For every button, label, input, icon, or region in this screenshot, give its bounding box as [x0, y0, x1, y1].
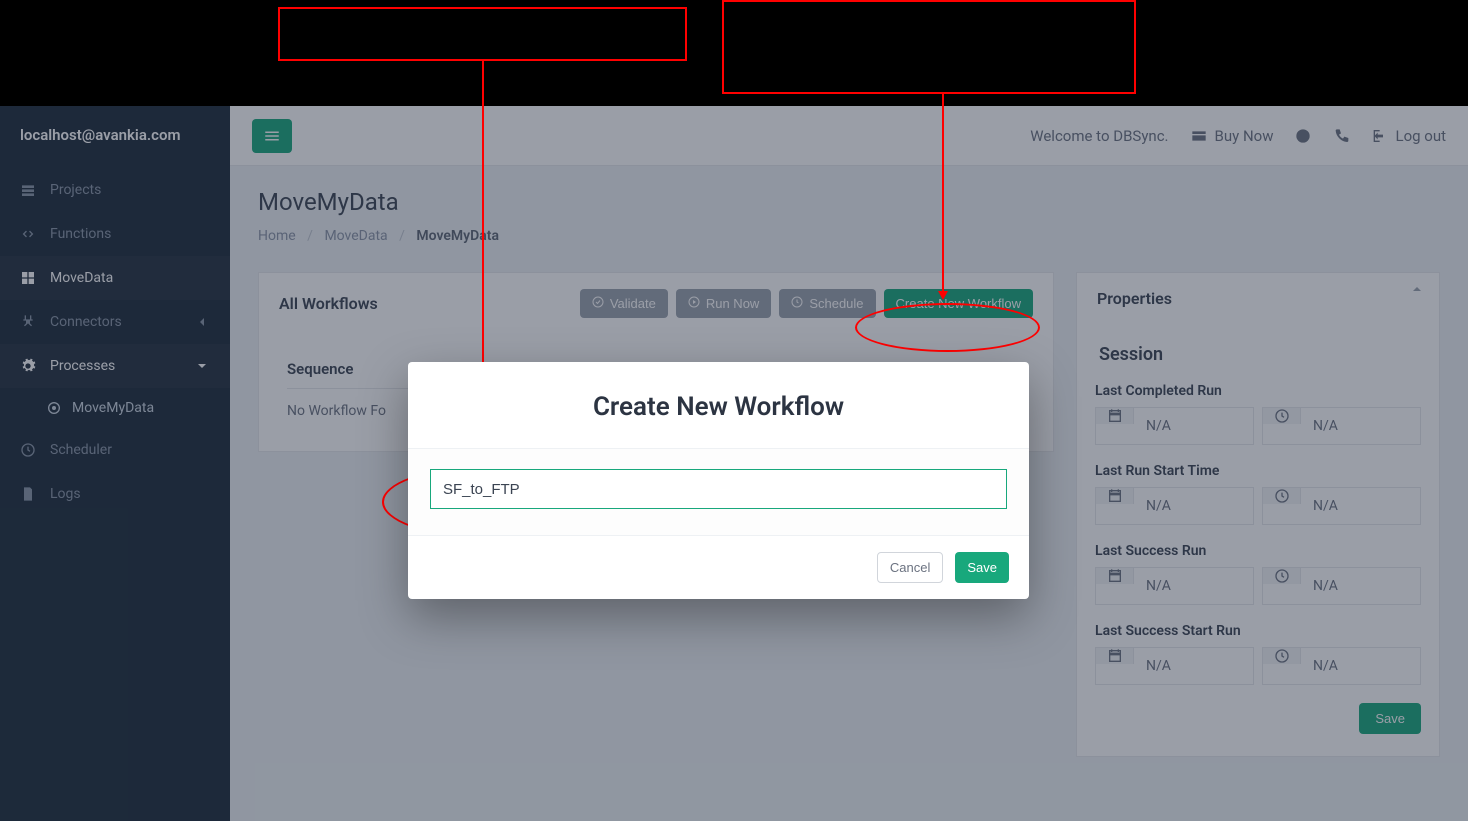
modal-footer: Cancel Save: [408, 536, 1029, 599]
annotation-box-right: [722, 0, 1136, 94]
create-workflow-modal: Create New Workflow Cancel Save: [408, 362, 1029, 599]
annotation-arrow-to-create: [938, 291, 948, 300]
workflow-name-input[interactable]: [430, 469, 1007, 509]
modal-cancel-button[interactable]: Cancel: [877, 552, 943, 583]
annotation-line-to-create: [942, 94, 944, 293]
modal-save-label: Save: [967, 560, 997, 575]
annotation-ellipse-create-button: [855, 303, 1040, 352]
annotation-bar: [0, 0, 1468, 106]
modal-body: [408, 448, 1029, 536]
modal-head: Create New Workflow: [408, 362, 1029, 448]
modal-title: Create New Workflow: [428, 392, 1009, 422]
modal-save-button[interactable]: Save: [955, 552, 1009, 583]
modal-cancel-label: Cancel: [890, 560, 930, 575]
annotation-box-left: [278, 7, 687, 61]
